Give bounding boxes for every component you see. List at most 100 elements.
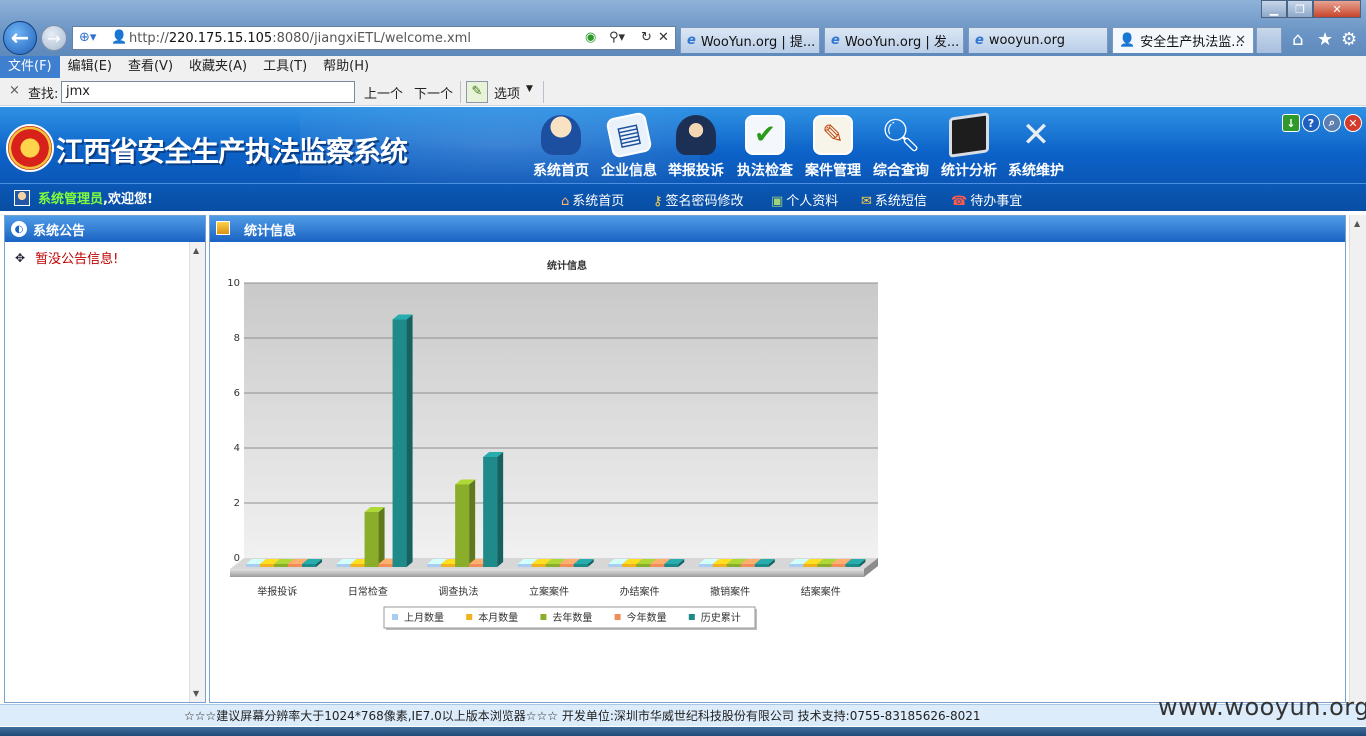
bar-front	[364, 512, 379, 567]
notice-text: 暂没公告信息!	[35, 252, 119, 267]
tools-icon: ✕	[1021, 115, 1051, 155]
compatibility-icon[interactable]: ◉	[585, 30, 596, 46]
help-icon[interactable]: ?	[1302, 114, 1320, 132]
bar-front	[789, 564, 804, 567]
find-bar: × 查找: jmx 上一个 下一个 ✎ 选项 ▼	[0, 78, 1366, 106]
bar-front	[803, 564, 818, 567]
back-button[interactable]: ←	[3, 21, 37, 55]
stop-icon[interactable]: ✕	[658, 30, 669, 46]
nav-system-maintenance[interactable]: ✕ 系统维护	[1004, 115, 1068, 180]
bar-front	[517, 564, 532, 567]
national-emblem-logo	[6, 124, 54, 172]
bar-front	[726, 564, 741, 567]
sublink-change-password[interactable]: ⚷ 签名密码修改	[653, 190, 744, 209]
x-tick-label: 举报投诉	[257, 585, 297, 598]
find-options-button[interactable]: 选项	[494, 83, 520, 102]
url-text[interactable]: http://220.175.15.105:8080/jiangxiETL/we…	[129, 31, 471, 46]
menu-file[interactable]: 文件(F)	[0, 56, 60, 78]
divider	[460, 81, 461, 103]
gear-icon[interactable]: ⚙	[1341, 29, 1357, 50]
browser-titlebar: ▁ ❐ ✕ ← → ⊕▾ 👤 http://220.175.15.105:808…	[0, 0, 1366, 56]
search-icon[interactable]: ⌕	[1323, 114, 1341, 132]
new-tab-button[interactable]	[1256, 27, 1282, 53]
forward-arrow-icon: →	[47, 28, 61, 48]
y-tick-label: 6	[234, 388, 240, 399]
menu-favorites[interactable]: 收藏夹(A)	[181, 56, 255, 78]
add-favorite-icon[interactable]: ⊕▾	[79, 30, 96, 46]
nav-comprehensive-query[interactable]: 🔍︎ 综合查询	[869, 115, 933, 180]
announcement-icon: ◐	[11, 221, 27, 237]
bar-front	[336, 564, 351, 567]
refresh-icon[interactable]: ↻	[641, 30, 652, 46]
back-arrow-icon: ←	[10, 25, 30, 51]
bar-front	[559, 564, 574, 567]
address-bar[interactable]: ⊕▾ 👤 http://220.175.15.105:8080/jiangxiE…	[72, 26, 676, 50]
nav-statistics-analysis[interactable]: 统计分析	[937, 112, 1001, 180]
tab-label: WooYun.org | 发...	[844, 35, 960, 50]
find-next-button[interactable]: 下一个	[414, 83, 453, 102]
nav-report-complaint[interactable]: 举报投诉	[664, 115, 728, 180]
menu-bar: 文件(F) 编辑(E) 查看(V) 收藏夹(A) 工具(T) 帮助(H)	[0, 56, 1366, 78]
maximize-window-button[interactable]: ❐	[1287, 0, 1313, 18]
browser-tab[interactable]: e wooyun.org	[968, 27, 1108, 53]
bar-front	[545, 564, 560, 567]
tab-close-icon[interactable]: ✕	[1235, 33, 1246, 48]
bar-side	[469, 479, 476, 567]
search-icon[interactable]: ⚲▾	[609, 30, 625, 46]
nav-system-home[interactable]: 系统首页	[529, 115, 593, 180]
user-avatar-icon	[14, 189, 30, 206]
scroll-up-icon[interactable]: ▲	[193, 246, 199, 255]
download-icon[interactable]: ↓	[1282, 114, 1300, 132]
announcement-title: 系统公告	[33, 223, 86, 239]
exit-icon[interactable]: ✕	[1344, 114, 1362, 132]
browser-tab-active[interactable]: 👤 安全生产执法监... ✕	[1112, 27, 1254, 53]
sublink-profile[interactable]: ▣ 个人资料	[771, 190, 838, 209]
menu-help[interactable]: 帮助(H)	[315, 56, 377, 78]
chart-title: 统计信息	[547, 259, 587, 272]
bar-front	[350, 564, 365, 567]
legend-label: 历史累计	[701, 611, 741, 624]
nav-law-inspection[interactable]: ✔ 执法检查	[733, 115, 797, 180]
y-tick-label: 4	[234, 443, 240, 454]
bar-front	[288, 564, 302, 567]
close-window-button[interactable]: ✕	[1313, 0, 1361, 18]
nav-enterprise-info[interactable]: ▤ 企业信息	[597, 111, 661, 180]
browser-tab[interactable]: e WooYun.org | 发...	[824, 27, 964, 53]
bar-side	[406, 314, 413, 567]
favorites-star-icon[interactable]: ★	[1317, 29, 1333, 50]
browser-tab[interactable]: e WooYun.org | 提...	[680, 27, 820, 53]
announcement-scrollbar[interactable]: ▲ ▼	[189, 242, 205, 702]
sublink-todo[interactable]: ☎ 待办事宜	[951, 190, 1022, 209]
menu-tools[interactable]: 工具(T)	[255, 56, 315, 78]
minimize-window-button[interactable]: ▁	[1261, 0, 1287, 18]
footer-text: ☆☆☆建议屏幕分辨率大于1024*768像素,IE7.0以上版本浏览器☆☆☆ 开…	[184, 709, 981, 723]
sublink-label: 签名密码修改	[665, 194, 744, 209]
find-prev-button[interactable]: 上一个	[364, 83, 403, 102]
bar-front	[831, 564, 846, 567]
chevron-down-icon[interactable]: ▼	[526, 84, 533, 94]
sublink-system-home[interactable]: ⌂ 系统首页	[561, 190, 624, 209]
bar-front	[483, 457, 498, 567]
forward-button[interactable]: →	[41, 25, 67, 51]
page-scrollbar[interactable]: ▲	[1349, 215, 1366, 703]
bar-front	[754, 564, 769, 567]
home-icon[interactable]: ⌂	[1292, 29, 1303, 50]
legend-swatch	[540, 614, 547, 620]
bar-front	[260, 564, 274, 567]
find-input[interactable]: jmx	[61, 81, 355, 103]
scroll-down-icon[interactable]: ▼	[193, 689, 199, 698]
find-close-icon[interactable]: ×	[9, 83, 20, 98]
menu-view[interactable]: 查看(V)	[120, 56, 181, 78]
x-tick-label: 日常检查	[348, 585, 388, 598]
bar	[483, 452, 504, 567]
legend-swatch	[688, 614, 695, 620]
scroll-up-icon[interactable]: ▲	[1354, 219, 1360, 228]
nav-case-management[interactable]: ✎ 案件管理	[801, 115, 865, 180]
nav-label: 案件管理	[805, 163, 861, 179]
highlight-pen-icon[interactable]: ✎	[466, 81, 488, 103]
nav-label: 系统首页	[533, 163, 589, 179]
checklist-icon: ✔	[745, 115, 785, 155]
menu-edit[interactable]: 编辑(E)	[60, 56, 120, 78]
sublink-messages[interactable]: ✉ 系统短信	[861, 190, 927, 209]
sublink-label: 系统首页	[572, 194, 625, 209]
